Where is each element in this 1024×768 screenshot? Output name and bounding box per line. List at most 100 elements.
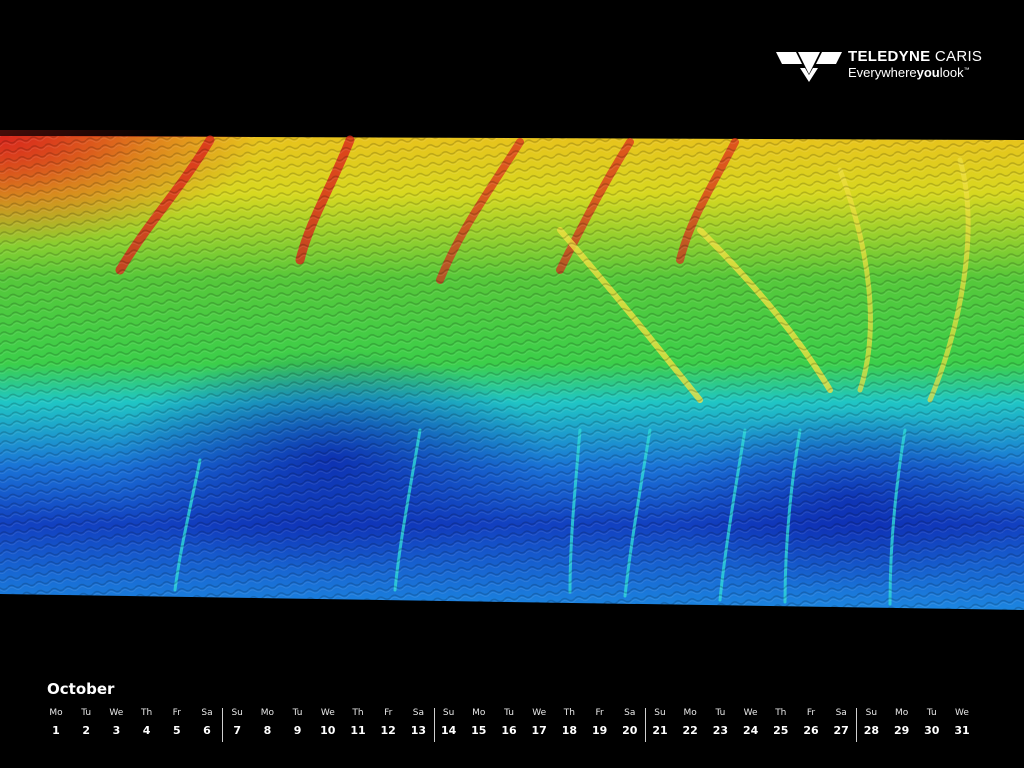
day-of-week: Su [654, 708, 666, 718]
calendar-day: Tu 2 [71, 706, 101, 742]
day-number: 7 [233, 724, 242, 737]
day-of-week: Mo [472, 708, 486, 718]
day-of-week: Su [442, 708, 455, 718]
calendar-day: Fr 19 [585, 706, 615, 742]
day-of-week: Th [775, 708, 787, 718]
day-number: 22 [682, 724, 698, 737]
day-of-week: We [109, 708, 124, 718]
calendar-day: We 31 [947, 706, 977, 742]
bathymetry-image [0, 130, 1024, 610]
day-of-week: Tu [504, 708, 514, 718]
calendar-day: Mo 22 [675, 706, 705, 742]
day-number: 12 [380, 724, 396, 737]
day-of-week: We [743, 708, 758, 718]
calendar-day: Tu 16 [494, 706, 524, 742]
day-of-week: Tu [81, 708, 92, 718]
calendar-day: We 24 [736, 706, 766, 742]
day-of-week: Th [563, 708, 575, 718]
day-number: 11 [350, 724, 366, 737]
calendar-day: Su 7 [222, 706, 252, 742]
calendar-day: Th 18 [554, 706, 584, 742]
calendar-day: Tu 9 [283, 706, 313, 742]
day-number: 19 [591, 724, 608, 737]
day-number: 5 [172, 724, 181, 737]
calendar-day: We 3 [101, 706, 131, 742]
calendar-day: Fr 12 [373, 706, 403, 742]
day-number: 17 [531, 724, 547, 737]
day-number: 6 [203, 724, 211, 737]
calendar-day: Fr 26 [796, 706, 826, 742]
day-number: 23 [712, 724, 729, 737]
day-of-week: Tu [926, 708, 937, 718]
calendar-day: Mo 8 [252, 706, 282, 742]
teledyne-caris-logo: TELEDYNE CARIS Everywhereyoulook™ [776, 48, 986, 84]
month-title: October [47, 680, 115, 698]
calendar-day: Su 28 [856, 706, 886, 742]
day-number: 29 [893, 724, 910, 737]
day-number: 2 [82, 724, 91, 737]
calendar-day: Su 14 [434, 706, 464, 742]
day-number: 13 [410, 724, 427, 737]
day-number: 27 [833, 724, 849, 737]
calendar-day: Mo 29 [887, 706, 917, 742]
calendar-day: Mo 15 [464, 706, 494, 742]
day-number: 16 [501, 724, 517, 737]
day-of-week: Fr [806, 708, 816, 718]
day-number: 25 [773, 724, 789, 737]
day-of-week: Sa [624, 708, 636, 718]
logo-brand: TELEDYNE CARIS [848, 48, 983, 65]
calendar-day: Fr 5 [162, 706, 192, 742]
day-number: 30 [924, 724, 940, 737]
day-of-week: Su [231, 708, 243, 718]
calendar-day: Sa 27 [826, 706, 856, 742]
day-of-week: Sa [835, 708, 847, 718]
calendar-day: We 17 [524, 706, 554, 742]
calendar-day: Th 4 [132, 706, 162, 742]
day-number: 24 [742, 724, 759, 737]
day-number: 8 [263, 724, 272, 737]
logo-tagline: Everywhereyoulook™ [848, 65, 970, 80]
day-of-week: Sa [201, 708, 213, 718]
day-number: 28 [863, 724, 880, 737]
day-of-week: Mo [49, 708, 63, 718]
day-of-week: Tu [292, 708, 303, 718]
day-of-week: Fr [384, 708, 393, 718]
day-of-week: We [320, 708, 335, 718]
day-of-week: Su [865, 708, 878, 718]
day-number: 10 [320, 724, 336, 737]
day-of-week: Sa [412, 708, 424, 718]
day-number: 3 [112, 724, 121, 737]
day-of-week: Th [352, 708, 364, 718]
day-of-week: Fr [595, 708, 604, 718]
calendar-day: Tu 30 [917, 706, 947, 742]
calendar-day: Sa 6 [192, 706, 222, 742]
day-number: 21 [652, 724, 668, 737]
calendar-day: Tu 23 [705, 706, 735, 742]
day-number: 4 [142, 724, 151, 737]
calendar-day: Sa 13 [403, 706, 433, 742]
day-number: 18 [561, 724, 578, 737]
day-number: 14 [440, 724, 457, 737]
calendar-day: Su 21 [645, 706, 675, 742]
day-number: 31 [954, 724, 970, 737]
day-of-week: Th [140, 708, 153, 718]
calendar-day: Th 11 [343, 706, 373, 742]
day-number: 26 [803, 724, 819, 737]
calendar-day: Th 25 [766, 706, 796, 742]
day-number: 20 [622, 724, 638, 737]
teledyne-logo-icon [776, 52, 842, 82]
day-of-week: We [955, 708, 969, 718]
day-of-week: Tu [715, 708, 726, 718]
day-of-week: Mo [894, 708, 909, 718]
calendar-day: Mo 1 [41, 706, 71, 742]
calendar-strip: Mo 1 Tu 2 We 3 Th 4 Fr 5 Sa 6 Su 7 Mo 8 Tu 9 We 10 Th 11 Fr 12 S… [41, 706, 981, 746]
day-number: 1 [52, 724, 60, 737]
day-number: 15 [471, 724, 487, 737]
day-of-week: Mo [683, 708, 697, 718]
day-of-week: We [532, 708, 547, 718]
calendar-day: Sa 20 [615, 706, 645, 742]
calendar-day: We 10 [313, 706, 343, 742]
day-of-week: Fr [172, 708, 181, 718]
day-number: 9 [293, 724, 302, 737]
day-of-week: Mo [260, 708, 275, 718]
